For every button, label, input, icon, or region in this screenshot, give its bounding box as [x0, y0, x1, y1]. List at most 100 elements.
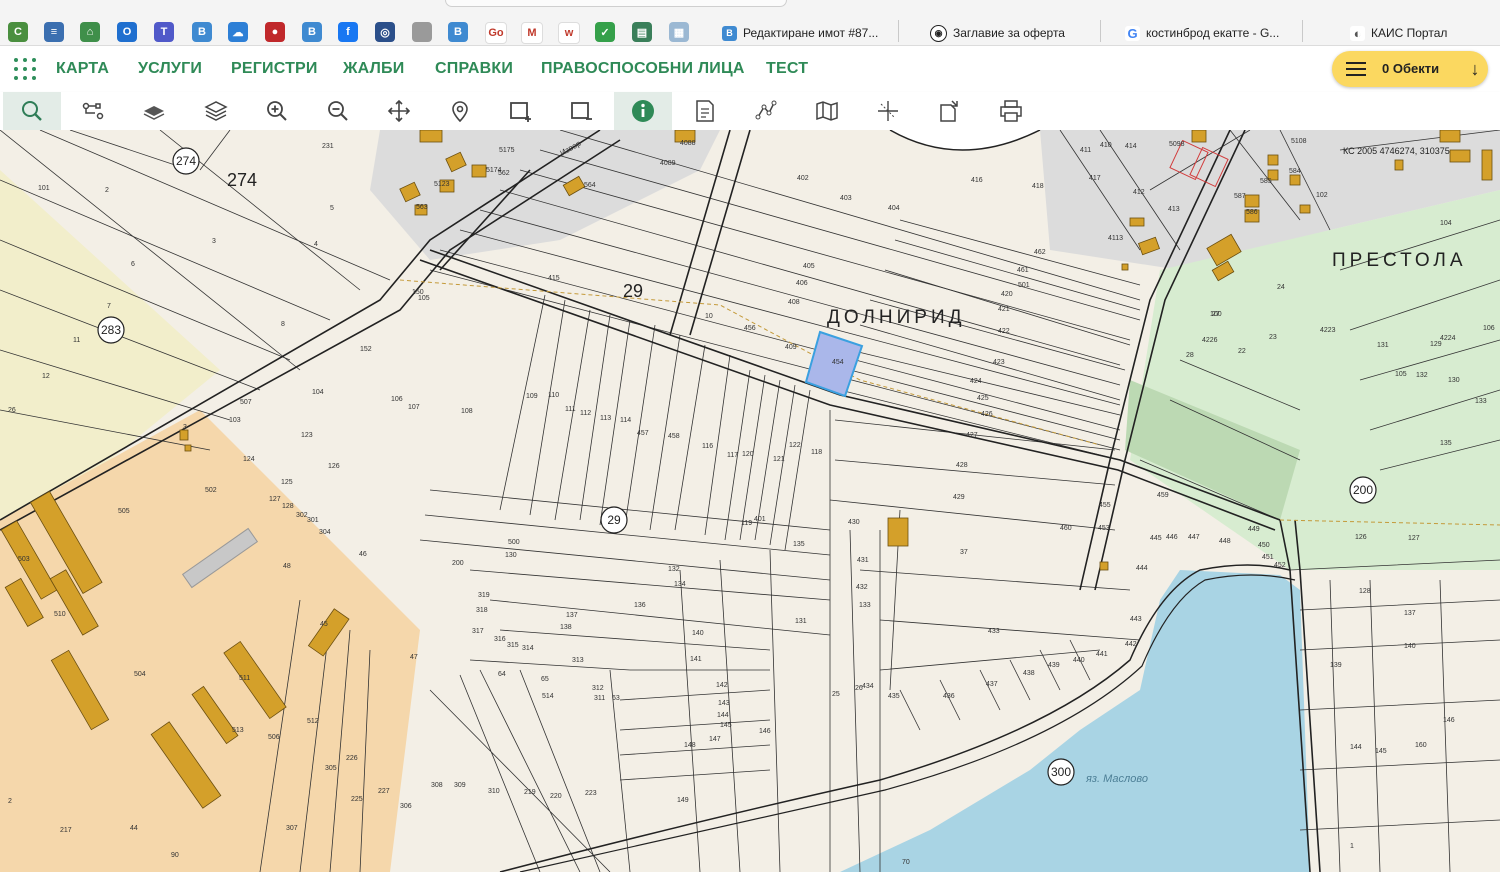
- bookmarks-bar: C ≡ ⌂ O T B ☁ ● Bf ◎ B Go Mw ✓ ▤ ▦ B Редактиране имот #…: [0, 0, 1500, 46]
- parcel-number: 460: [1060, 525, 1072, 532]
- document-tool[interactable]: [676, 92, 734, 130]
- bookmark-icon[interactable]: w: [558, 22, 580, 44]
- nav-licensed-persons[interactable]: ПРАВОСПОСОБНИ ЛИЦА: [541, 60, 745, 78]
- bookmark-icon[interactable]: T: [154, 22, 174, 42]
- nav-services[interactable]: УСЛУГИ: [138, 60, 202, 78]
- bookmark-icon[interactable]: O: [117, 22, 137, 42]
- bookmark-icon[interactable]: ≡: [44, 22, 64, 42]
- parcel-number: 135: [1440, 440, 1452, 447]
- parcel-number: 63: [612, 695, 620, 702]
- parcel-number: 119: [741, 520, 752, 527]
- parcel-number: 315: [507, 642, 519, 649]
- arrow-down-icon[interactable]: ↓: [1460, 54, 1490, 84]
- parcel-number: 44: [130, 825, 138, 832]
- parcel-number: 305: [325, 765, 337, 772]
- parcel-number: 118: [811, 449, 822, 456]
- coordinates-tool[interactable]: [859, 92, 917, 130]
- route-tool[interactable]: [64, 92, 122, 130]
- pan-tool[interactable]: [370, 92, 428, 130]
- parcel-number: 120: [742, 451, 754, 458]
- bookmark-icon[interactable]: B: [192, 22, 212, 42]
- bookmark-icon[interactable]: B: [448, 22, 468, 42]
- bookmark-icon[interactable]: [412, 22, 432, 42]
- parcel-number: 111: [565, 406, 576, 413]
- parcel-number: 128: [282, 503, 294, 510]
- info-tool[interactable]: [614, 92, 672, 130]
- parcel-number: 5: [330, 205, 334, 212]
- tab-label: Редактиране имот #87...: [743, 26, 879, 40]
- bookmark-icon[interactable]: C: [8, 22, 28, 42]
- parcel-number: 318: [476, 607, 488, 614]
- parcel-number: 428: [956, 462, 968, 469]
- parcel-number: 504: [134, 671, 146, 678]
- measure-tool[interactable]: [737, 92, 795, 130]
- parcel-number: 309: [454, 782, 466, 789]
- zoom-out-tool[interactable]: [309, 92, 367, 130]
- tab-kais-portal[interactable]: ◐ КАИС Портал: [1350, 21, 1480, 45]
- zoom-in-tool[interactable]: [248, 92, 306, 130]
- layers-tool[interactable]: [187, 92, 245, 130]
- parcel-number: 429: [953, 494, 965, 501]
- nav-test[interactable]: ТЕСТ: [766, 60, 808, 78]
- nav-references[interactable]: СПРАВКИ: [435, 60, 513, 78]
- parcel-number: 445: [1150, 535, 1162, 542]
- bookmark-icon[interactable]: ◎: [375, 22, 395, 42]
- nav-complaints[interactable]: ЖАЛБИ: [343, 60, 404, 78]
- nav-registers[interactable]: РЕГИСТРИ: [231, 60, 318, 78]
- nav-map[interactable]: КАРТА: [56, 60, 109, 78]
- bookmark-icon[interactable]: ▦: [669, 22, 689, 42]
- location-tool[interactable]: [431, 92, 489, 130]
- bookmark-icon[interactable]: ✓: [595, 22, 615, 42]
- apps-grid-icon[interactable]: [14, 58, 36, 80]
- bookmark-icon[interactable]: f: [338, 22, 358, 42]
- parcel-number: 5108: [1291, 138, 1307, 145]
- polyline-icon: [755, 100, 777, 120]
- parcel-number: 45: [320, 621, 328, 628]
- parcel-number: 420: [1001, 291, 1013, 298]
- export-tool[interactable]: [920, 92, 978, 130]
- parcel-number: 458: [668, 433, 680, 440]
- map-canvas[interactable]: 274 29 ДОЛНИРИД ПРЕСТОЛА яз. Маслово КС …: [0, 130, 1500, 872]
- zoom-in-icon: [267, 101, 287, 121]
- parcel-number: 126: [328, 463, 340, 470]
- print-tool[interactable]: [982, 92, 1040, 130]
- parcel-number: 427: [966, 432, 978, 439]
- bookmark-icon[interactable]: ▤: [632, 22, 652, 42]
- tab-edit-property[interactable]: B Редактиране имот #87...: [722, 21, 892, 45]
- bookmark-icon[interactable]: ●: [265, 22, 285, 42]
- tab-offer-title[interactable]: ◉ Заглавие за оферта: [930, 21, 1090, 45]
- parcel-number: 431: [857, 557, 869, 564]
- parcel-number: 502: [205, 487, 217, 494]
- main-navbar: КАРТА УСЛУГИ РЕГИСТРИ ЖАЛБИ СПРАВКИ ПРАВ…: [0, 46, 1500, 92]
- cadastral-map[interactable]: 274 29 ДОЛНИРИД ПРЕСТОЛА яз. Маслово КС …: [0, 130, 1500, 872]
- bookmark-icon[interactable]: ☁: [228, 22, 248, 42]
- search-tool[interactable]: [3, 92, 61, 130]
- parcel-number: 414: [1125, 143, 1137, 150]
- map-book-tool[interactable]: [798, 92, 856, 130]
- bookmark-icon[interactable]: Go: [485, 22, 507, 44]
- parcel-number: 441: [1096, 651, 1108, 658]
- parcel-number: 500: [508, 539, 520, 546]
- parcel-number: 585: [1260, 178, 1272, 185]
- bookmark-icon[interactable]: ⌂: [80, 22, 100, 42]
- parcel-number: 131: [1377, 342, 1389, 349]
- parcel-number: 449: [1248, 526, 1260, 533]
- parcel-number: 510: [54, 611, 66, 618]
- parcel-number: 425: [977, 395, 989, 402]
- tab-separator: [898, 20, 899, 42]
- parcel-number: 586: [1246, 209, 1258, 216]
- select-remove-tool[interactable]: [553, 92, 611, 130]
- parcel-number: 8: [281, 321, 285, 328]
- objects-button[interactable]: 0 Обекти ↓: [1332, 51, 1488, 87]
- bookmark-icon[interactable]: B: [302, 22, 322, 42]
- select-add-tool[interactable]: [492, 92, 550, 130]
- bookmark-icon[interactable]: M: [521, 22, 543, 44]
- parcel-number: 503: [18, 556, 30, 563]
- layers-icon: [204, 101, 228, 121]
- basemap-tool[interactable]: [125, 92, 183, 130]
- parcel-number: 307: [286, 825, 298, 832]
- parcel-number: 308: [431, 782, 443, 789]
- tab-google-search[interactable]: G костинброд екатте - G...: [1125, 21, 1300, 45]
- kais-icon: ◐: [1350, 25, 1365, 41]
- parcel-number: 109: [526, 393, 538, 400]
